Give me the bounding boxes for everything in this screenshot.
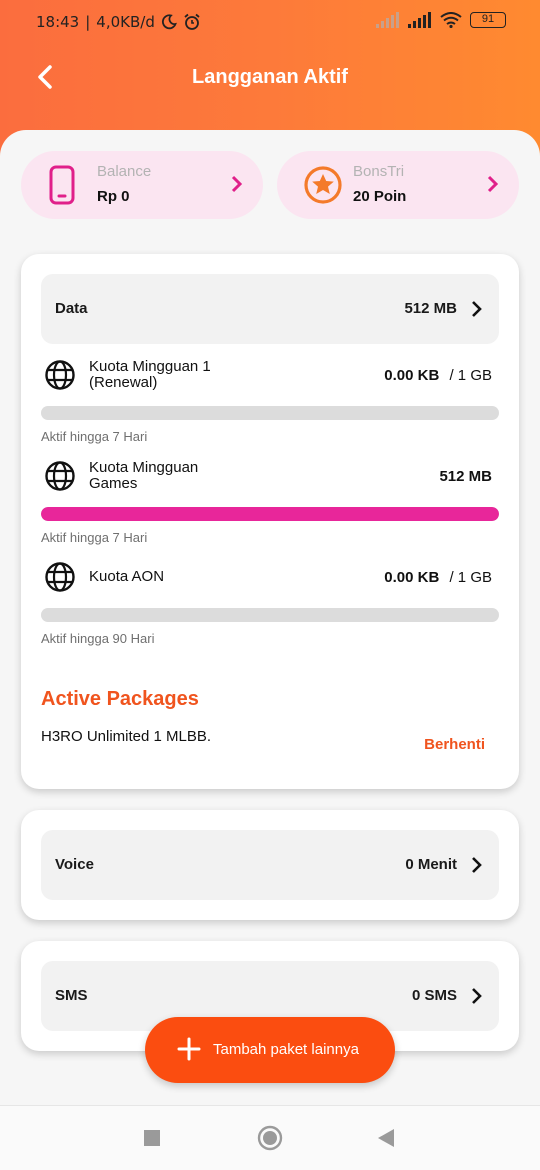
sms-label: SMS xyxy=(55,987,88,1004)
chevron-right-icon xyxy=(472,857,482,873)
quota-name: Kuota Mingguan Games xyxy=(89,460,198,492)
status-time: 18:43 xyxy=(36,13,80,31)
quota-item: Kuota Mingguan 1 (Renewal) 0.00 KB / 1 G… xyxy=(41,359,499,393)
page-title: Langganan Aktif xyxy=(192,66,348,88)
phone-icon xyxy=(49,165,75,205)
active-packages-title: Active Packages xyxy=(41,688,199,710)
quota-name: Kuota Mingguan 1 (Renewal) xyxy=(89,359,211,391)
chevron-right-icon xyxy=(472,301,482,317)
signal-icon-1 xyxy=(376,12,399,28)
quota-used: 512 MB xyxy=(439,468,492,485)
quota-name-line2: Games xyxy=(89,475,138,492)
globe-icon xyxy=(45,562,75,592)
balance-card[interactable]: Balance Rp 0 xyxy=(21,151,263,219)
data-summary-row[interactable]: Data 512 MB xyxy=(41,274,499,344)
quota-total: / 1 GB xyxy=(449,569,492,586)
status-speed: 4,0KB/d xyxy=(96,13,155,31)
plus-icon xyxy=(177,1037,201,1061)
chevron-right-icon xyxy=(487,175,499,193)
quota-name-line1: Kuota Mingguan xyxy=(89,459,199,476)
wifi-icon xyxy=(440,12,462,28)
status-bar: 18:43 | 4,0KB/d 91 xyxy=(0,0,540,44)
quota-progress-bar xyxy=(41,507,499,521)
battery-level: 91 xyxy=(481,13,495,25)
alarm-icon xyxy=(184,13,200,30)
system-nav-bar xyxy=(0,1105,540,1170)
quota-amount: 0.00 KB / 1 GB xyxy=(384,569,492,586)
back-nav-icon[interactable] xyxy=(376,1128,396,1148)
quota-validity: Aktif hingga 7 Hari xyxy=(41,530,148,545)
stop-package-button[interactable]: Berhenti xyxy=(424,736,485,753)
quota-total: / 1 GB xyxy=(449,367,492,384)
voice-label: Voice xyxy=(55,856,94,873)
data-value: 512 MB xyxy=(404,300,457,317)
quota-validity: Aktif hingga 90 Hari xyxy=(41,631,155,646)
chevron-right-icon xyxy=(472,988,482,1004)
balance-label: Balance xyxy=(97,163,152,180)
voice-card: Voice 0 Menit xyxy=(21,810,519,920)
quota-name-line1: Kuota AON xyxy=(89,568,165,585)
voice-summary-row[interactable]: Voice 0 Menit xyxy=(41,830,499,900)
moon-icon xyxy=(161,14,177,30)
quota-used: 0.00 KB xyxy=(384,569,440,586)
chevron-right-icon xyxy=(231,175,243,193)
battery-icon: 91 xyxy=(470,12,506,28)
quota-amount: 512 MB xyxy=(439,468,492,485)
quota-name-line2: (Renewal) xyxy=(89,374,158,391)
sms-value: 0 SMS xyxy=(411,987,457,1004)
globe-icon xyxy=(45,360,75,390)
quota-name: Kuota AON xyxy=(89,569,164,585)
data-label: Data xyxy=(55,300,88,317)
balance-value: Rp 0 xyxy=(97,188,130,205)
quota-name-line1: Kuota Mingguan 1 xyxy=(89,358,211,375)
package-name: H3RO Unlimited 1 MLBB. xyxy=(41,728,212,745)
quota-validity: Aktif hingga 7 Hari xyxy=(41,429,148,444)
signal-icon-2 xyxy=(408,12,431,28)
quota-progress-bar xyxy=(41,608,499,622)
add-package-button[interactable]: Tambah paket lainnya xyxy=(145,1017,395,1083)
quota-progress-fill xyxy=(41,507,499,521)
voice-value: 0 Menit xyxy=(405,856,457,873)
bonstri-value: 20 Poin xyxy=(353,188,407,205)
add-package-label: Tambah paket lainnya xyxy=(213,1041,359,1058)
status-divider: | xyxy=(85,13,91,31)
bonstri-label: BonsTri xyxy=(353,163,405,180)
quota-used: 0.00 KB xyxy=(384,367,440,384)
globe-icon xyxy=(45,461,75,491)
star-badge-icon xyxy=(304,166,342,204)
quota-item: Kuota AON 0.00 KB / 1 GB xyxy=(41,561,499,595)
home-icon[interactable] xyxy=(257,1125,283,1151)
recents-icon[interactable] xyxy=(143,1129,161,1147)
bonstri-card[interactable]: BonsTri 20 Poin xyxy=(277,151,519,219)
data-card: Data 512 MB Kuota Mingguan 1 (Renewal) 0… xyxy=(21,254,519,789)
quota-item: Kuota Mingguan Games 512 MB xyxy=(41,460,499,494)
quota-progress-bar xyxy=(41,406,499,420)
quota-amount: 0.00 KB / 1 GB xyxy=(384,367,492,384)
